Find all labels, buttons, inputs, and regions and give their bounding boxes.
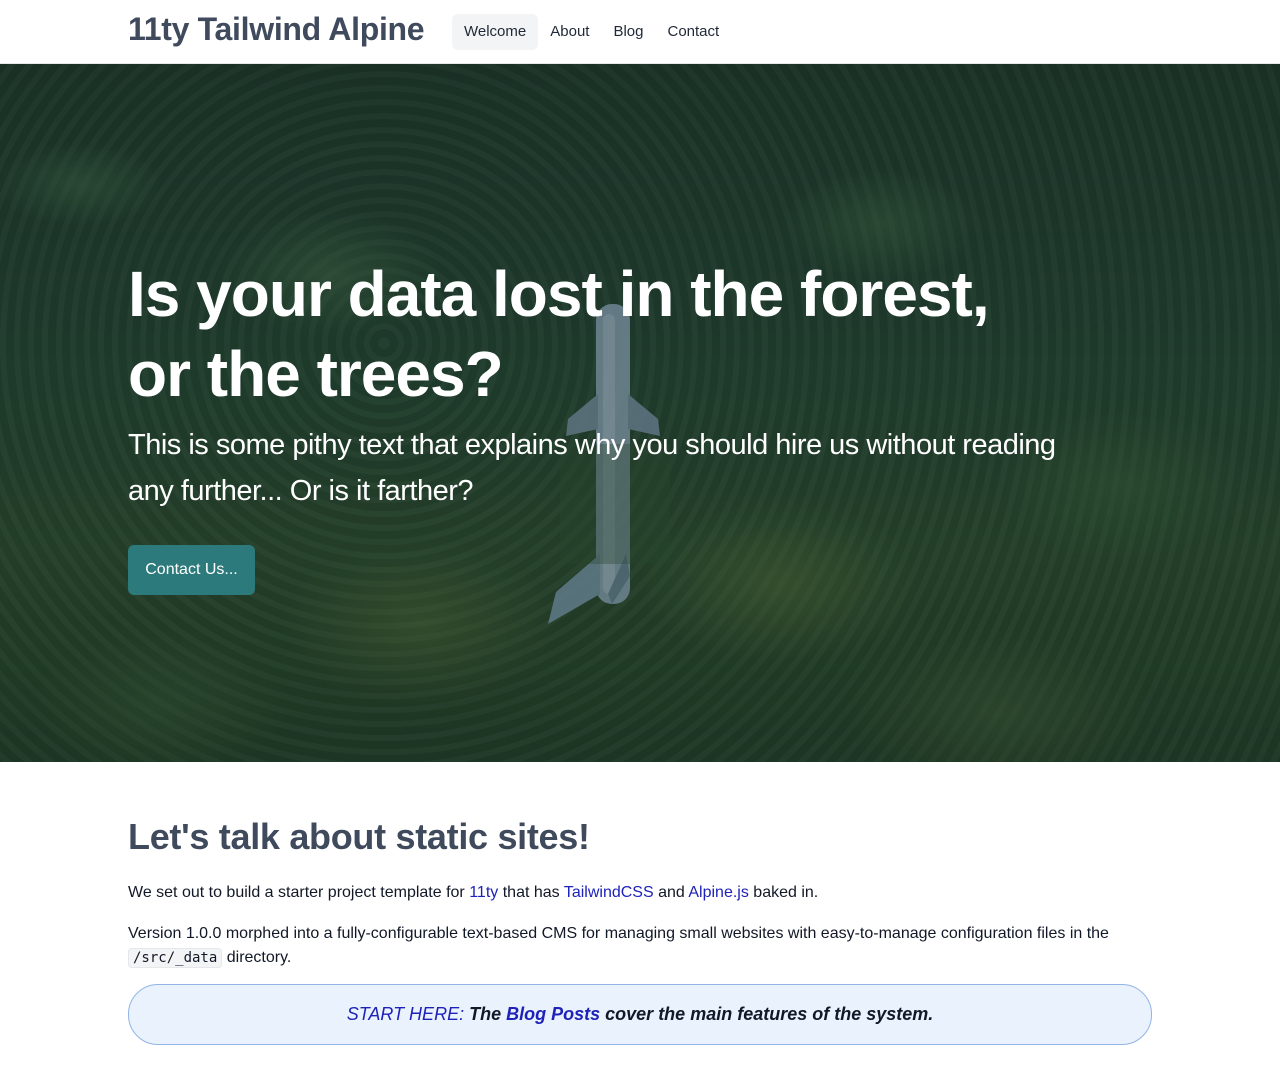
hero-section: Is your data lost in the forest, or the … xyxy=(0,64,1280,762)
brand-logo-link[interactable]: 11ty Tailwind Alpine xyxy=(128,11,425,48)
contact-us-button[interactable]: Contact Us... xyxy=(128,545,255,595)
intro-paragraph: We set out to build a starter project te… xyxy=(128,882,818,904)
intro-text: We set out to build a starter project te… xyxy=(128,884,465,901)
nav-item-welcome[interactable]: Welcome xyxy=(452,14,539,50)
nav-item-contact[interactable]: Contact xyxy=(655,14,731,50)
intro-text: and xyxy=(658,884,685,901)
nav-item-blog[interactable]: Blog xyxy=(601,14,655,50)
hero-title-line1: Is your data lost in the forest, xyxy=(128,258,990,330)
version-text-end: directory. xyxy=(226,949,292,966)
section-heading: Let's talk about static sites! xyxy=(128,816,590,857)
main-nav: Welcome About Blog Contact xyxy=(452,14,731,50)
link-tailwindcss[interactable]: TailwindCSS xyxy=(564,884,654,901)
intro-text: baked in. xyxy=(753,884,819,901)
hero-title-line2: or the trees? xyxy=(128,338,504,410)
callout-text: The xyxy=(469,1004,502,1024)
link-alpinejs[interactable]: Alpine.js xyxy=(688,884,748,901)
nav-item-about[interactable]: About xyxy=(538,14,601,50)
data-directory-code: /src/_data xyxy=(128,948,223,968)
link-11ty[interactable]: 11ty xyxy=(469,884,498,901)
callout-text-end: cover the main features of the system. xyxy=(605,1004,934,1024)
hero-title: Is your data lost in the forest, or the … xyxy=(128,254,1028,414)
hero-subtitle: This is some pithy text that explains wh… xyxy=(128,429,1056,507)
version-text: Version 1.0.0 morphed into a fully-confi… xyxy=(128,925,1109,942)
version-paragraph: Version 1.0.0 morphed into a fully-confi… xyxy=(128,922,1152,970)
callout-start-label: START HERE: xyxy=(346,1004,465,1024)
link-blog-posts[interactable]: Blog Posts xyxy=(506,1004,600,1024)
site-header: 11ty Tailwind Alpine Welcome About Blog … xyxy=(0,0,1280,64)
start-here-callout: START HERE: The Blog Posts cover the mai… xyxy=(128,984,1152,1045)
intro-text: that has xyxy=(502,884,560,901)
